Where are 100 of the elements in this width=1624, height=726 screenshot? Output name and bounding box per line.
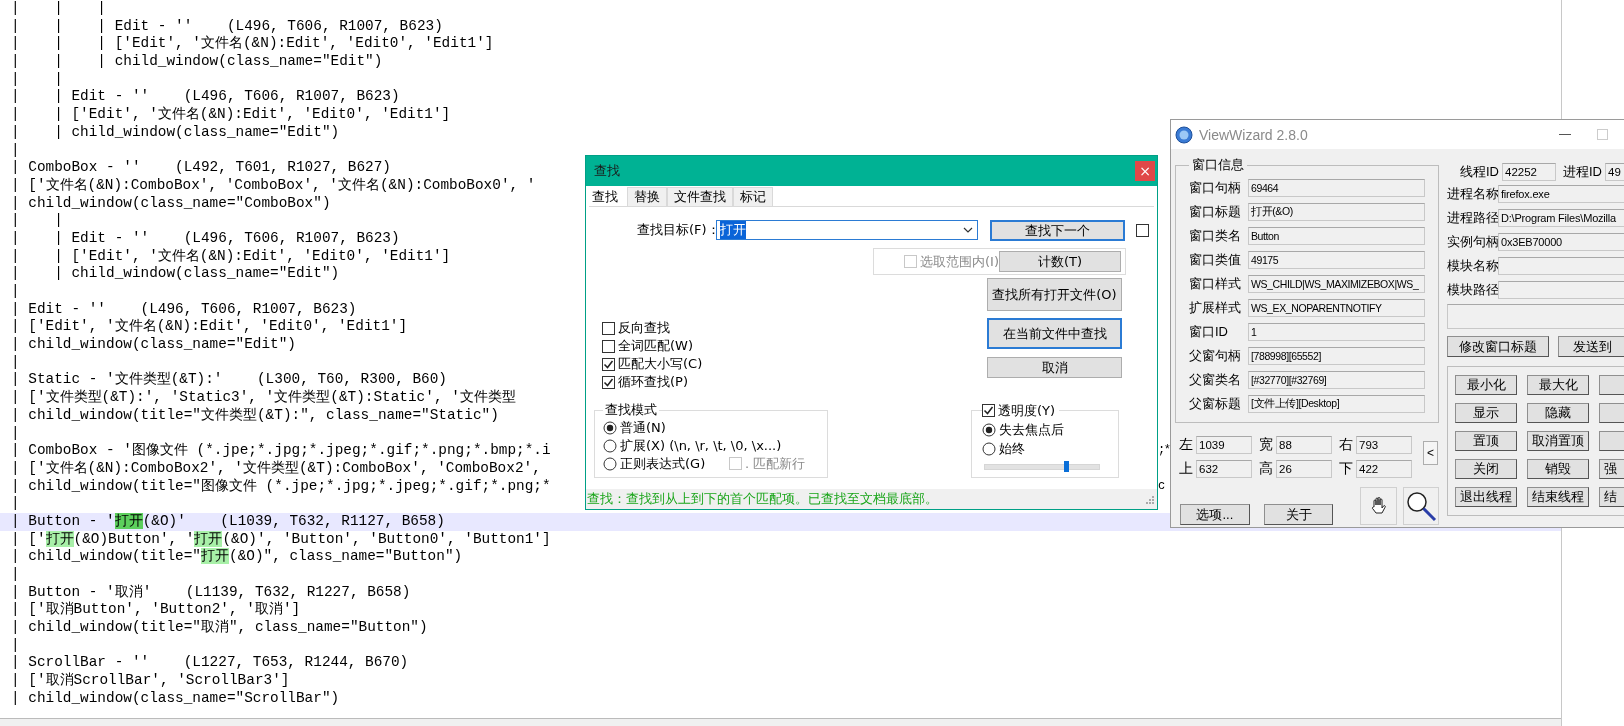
window-title: 查找 <box>594 162 620 180</box>
value-field[interactable]: firefox.exe <box>1498 185 1624 203</box>
field-label: 窗口类值 <box>1189 251 1242 269</box>
options-button[interactable]: 选项... <box>1180 504 1250 525</box>
group-title: 查找模式 <box>604 401 658 419</box>
code-line: | ['文件名(&N):ComboBox2', '文件类型(&T):ComboBox', 'ComboBox2', <box>11 459 541 476</box>
value-field[interactable]: 632 <box>1196 460 1252 478</box>
value-field[interactable]: 793 <box>1356 436 1412 454</box>
action-button[interactable]: 显示 <box>1455 403 1517 423</box>
code-line: | ScrollBar - '' (L1227, T653, R1244, B670) <box>11 654 409 671</box>
code-line: | <box>11 353 20 370</box>
value-field[interactable]: WS_CHILD|WS_MAXIMIZEBOX|WS_ <box>1248 275 1425 293</box>
code-line: | Static - '文件类型(&T):' (L300, T60, R300, B60) <box>11 371 447 388</box>
find-next-button[interactable]: 查找下一个 <box>990 219 1125 241</box>
value-field[interactable]: [#32770][#32769] <box>1248 371 1425 389</box>
value-field[interactable]: 49 <box>1605 163 1624 181</box>
field-label: 查找目标(F)： <box>637 221 716 239</box>
option-label[interactable]: 失去焦点后 <box>999 420 1064 439</box>
value-field[interactable]: 1039 <box>1196 436 1252 454</box>
code-fragment: c <box>1158 477 1164 495</box>
field-label: 窗口ID <box>1189 323 1229 341</box>
option-label[interactable]: 匹配大小写(C) <box>618 355 703 373</box>
code-fragment: ;* <box>1158 442 1170 460</box>
field-label: 进程路径 <box>1447 209 1498 227</box>
value-field[interactable]: 88 <box>1276 436 1332 454</box>
field-label: 窗口类名 <box>1189 227 1242 245</box>
send-button[interactable]: 发送到 <box>1558 336 1624 357</box>
action-button[interactable]: 退出线程 <box>1455 487 1517 507</box>
value-field[interactable]: WS_EX_NOPARENTNOTIFY <box>1248 299 1425 317</box>
find-in-current-button[interactable]: 在当前文件中查找 <box>987 318 1122 349</box>
code-line: | | child_window(class_name="Edit") <box>11 123 340 140</box>
option-label[interactable]: 普通(N) <box>620 419 666 437</box>
action-button[interactable]: 结束线程 <box>1527 487 1589 507</box>
option-label[interactable]: 始终 <box>999 439 1025 458</box>
code-line: | Button - '取消' (L1139, T632, R1227, B658) <box>11 583 411 600</box>
code-line: | ['文件名(&N):ComboBox', 'ComboBox', '文件名(&N):ComboBox0', ' <box>11 176 536 193</box>
tab[interactable]: 文件查找 <box>667 187 733 206</box>
field-label: 高 <box>1258 460 1274 478</box>
value-field[interactable]: D:\Program Files\Mozilla <box>1498 209 1624 227</box>
close-button[interactable]: × <box>1135 161 1155 181</box>
code-line: | | Edit - '' (L496, T606, R1007, B623) <box>11 88 400 105</box>
find-all-open-button[interactable]: 查找所有打开文件(O) <box>987 278 1122 311</box>
field-label: 窗口标题 <box>1189 203 1242 221</box>
cancel-button[interactable]: 取消 <box>987 357 1122 378</box>
action-button[interactable]: 最大化 <box>1527 375 1589 395</box>
action-button[interactable]: 隐藏 <box>1527 403 1589 423</box>
tab[interactable]: 标记 <box>733 187 773 206</box>
option-label[interactable]: 全词匹配(W) <box>618 337 693 355</box>
value-field[interactable]: 1 <box>1248 323 1425 341</box>
code-line: | | | child_window(class_name="Edit") <box>11 53 383 70</box>
action-button[interactable]: 取消置顶 <box>1527 431 1589 451</box>
value-field[interactable]: 26 <box>1276 460 1332 478</box>
action-button[interactable]: 关闭 <box>1455 459 1517 479</box>
code-line: | | ['Edit', '文件名(&N):Edit', 'Edit0', 'Edit1'] <box>11 106 451 123</box>
search-field[interactable]: 打开 <box>716 220 978 240</box>
action-button[interactable]: 置顶 <box>1455 431 1517 451</box>
value-field[interactable]: 49175 <box>1248 251 1425 269</box>
about-button[interactable]: 关于 <box>1263 504 1334 525</box>
action-button[interactable]: 强 <box>1599 459 1624 479</box>
field-label: 扩展样式 <box>1189 299 1242 317</box>
value-field[interactable]: 0x3EB70000 <box>1498 233 1624 251</box>
option-label[interactable]: 循环查找(P) <box>618 373 688 391</box>
code-line: | | Edit - '' (L496, T606, R1007, B623) <box>11 229 400 246</box>
value-field[interactable]: [788998][65552] <box>1248 347 1425 365</box>
rename-title-button[interactable]: 修改窗口标题 <box>1447 336 1549 357</box>
action-button[interactable]: 销毁 <box>1527 459 1589 479</box>
group-title: 窗口信息 <box>1191 156 1245 174</box>
field-label: 模块路径 <box>1447 281 1498 299</box>
value-field[interactable]: 打开(&O) <box>1248 203 1425 221</box>
action-button[interactable]: 结 <box>1599 487 1624 507</box>
code-line: | child_window(class_name="ComboBox") <box>11 194 331 211</box>
option-label[interactable]: 反向查找 <box>618 319 670 337</box>
code-line: | | | Edit - '' (L496, T606, R1007, B623) <box>11 17 443 34</box>
value-field[interactable]: 69464 <box>1248 179 1425 197</box>
code-line: | <box>11 424 20 441</box>
code-line: | | ['Edit', '文件名(&N):Edit', 'Edit0', 'Edit1'] <box>11 247 451 264</box>
collapse-button[interactable]: < <box>1423 441 1438 465</box>
code-line: | child_window(title="图像文件 (*.jpe;*.jpg;*.jpeg;*.gif;*.png;* <box>11 477 551 494</box>
value-field[interactable]: Button <box>1248 227 1425 245</box>
code-line: | ['Edit', '文件名(&N):Edit', 'Edit0', 'Edit1'] <box>11 318 408 335</box>
code-line: | ['打开(&O)Button', '打开(&O)', 'Button', 'Button0', 'Button1'] <box>11 530 551 547</box>
option-label[interactable]: 扩展(X) (\n, \r, \t, \0, \x...) <box>620 437 782 455</box>
field-label: 下 <box>1338 460 1354 478</box>
value-field[interactable]: 422 <box>1356 460 1412 478</box>
field-label: 左 <box>1178 436 1194 454</box>
code-line: | ComboBox - '图像文件 (*.jpe;*.jpg;*.jpeg;*.gif;*.png;*.bmp;*.i <box>11 442 551 459</box>
field-label: 窗口样式 <box>1189 275 1242 293</box>
field-label: 父窗标题 <box>1189 395 1242 413</box>
action-button[interactable]: 最小化 <box>1455 375 1517 395</box>
value-field[interactable]: 42252 <box>1502 163 1556 181</box>
field-label: 宽 <box>1258 436 1274 454</box>
option-label[interactable]: 正则表达式(G) <box>620 455 706 473</box>
field-label: 上 <box>1178 460 1194 478</box>
count-button[interactable]: 计数(T) <box>999 251 1121 272</box>
code-line: | Edit - '' (L496, T606, R1007, B623) <box>11 300 357 317</box>
code-line: | | | <box>11 0 106 16</box>
tab[interactable]: 替换 <box>627 187 667 206</box>
value-field[interactable]: [文件上传][Desktop] <box>1248 395 1425 413</box>
field-label: 父窗类名 <box>1189 371 1242 389</box>
code-line: | <box>11 495 20 512</box>
